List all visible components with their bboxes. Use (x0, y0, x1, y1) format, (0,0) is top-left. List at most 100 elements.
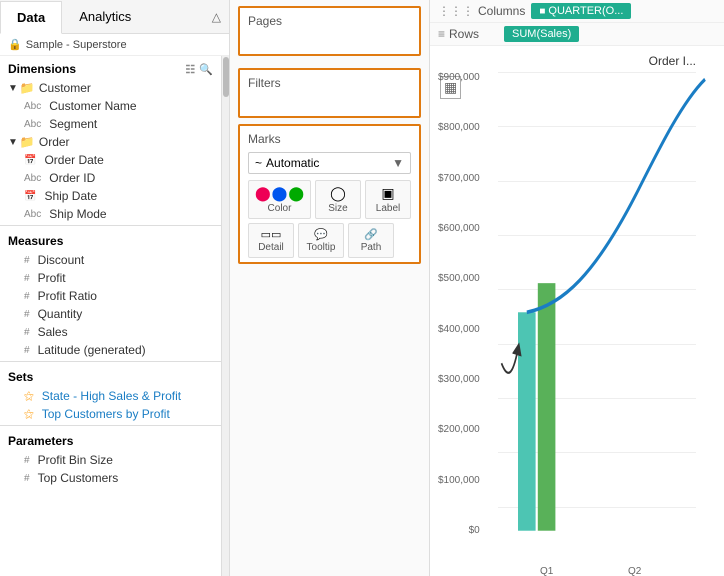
quarter-icon: ■ (539, 6, 545, 17)
profit-label: Profit (38, 271, 66, 285)
sets-header: Sets (0, 364, 221, 387)
hash-icon-6: # (24, 345, 30, 356)
sidebar-scrollbar-thumb[interactable] (223, 57, 229, 97)
columns-label: Columns (478, 4, 525, 18)
order-group-label: Order (39, 135, 70, 149)
measures-header: Measures (0, 228, 221, 251)
sidebar-scrollbar[interactable] (221, 56, 229, 576)
annotation-arrow (502, 349, 519, 373)
color-button[interactable]: ⬤⬤⬤ Color (248, 180, 311, 219)
top-customers-param-item[interactable]: # Top Customers (0, 469, 221, 487)
path-icon: 🔗 (355, 228, 387, 241)
hash-icon-7: # (24, 455, 30, 466)
marks-label: Marks (244, 130, 415, 148)
ship-date-item[interactable]: 📅 Ship Date (0, 187, 221, 205)
order-date-item[interactable]: 📅 Order Date (0, 151, 221, 169)
y-label-900k: $900,000 (438, 72, 484, 83)
order-group-header[interactable]: ▼ 📁 Order (0, 133, 221, 151)
profit-bin-item[interactable]: # Profit Bin Size (0, 451, 221, 469)
rows-pill[interactable]: SUM(Sales) (504, 26, 579, 42)
x-label-q2: Q2 (628, 566, 641, 576)
y-label-500k: $500,000 (438, 273, 484, 284)
line-path (527, 79, 705, 312)
ship-mode-item[interactable]: Abc Ship Mode (0, 205, 221, 223)
color-dots-icon: ⬤⬤⬤ (255, 185, 304, 202)
calendar-icon-2: 📅 (24, 191, 36, 202)
grid-icon[interactable]: ☷ (185, 63, 195, 76)
sidebar: Data Analytics △ 🔒 Sample - Superstore D… (0, 0, 230, 576)
columns-row: ⋮⋮⋮ Columns ■ QUARTER(O... (430, 0, 724, 23)
tab-data[interactable]: Data (0, 1, 62, 34)
columns-pill[interactable]: ■ QUARTER(O... (531, 3, 631, 19)
marks-section: Marks ~ Automatic ▼ ⬤⬤⬤ Color ◯ Size (238, 124, 421, 264)
chart-canvas: $900,000 $800,000 $700,000 $600,000 $500… (438, 72, 716, 566)
y-axis: $900,000 $800,000 $700,000 $600,000 $500… (438, 72, 484, 536)
parameters-header: Parameters (0, 428, 221, 451)
columns-shelf-label: ⋮⋮⋮ Columns (438, 4, 525, 18)
rows-icon: ≡ (438, 27, 445, 41)
sidebar-tabs: Data Analytics △ (0, 0, 229, 34)
customer-name-item[interactable]: Abc Customer Name (0, 97, 221, 115)
marks-detail-row: ▭▭ Detail 💬 Tooltip 🔗 Path (248, 223, 411, 258)
divider-2 (0, 361, 221, 362)
profit-item[interactable]: # Profit (0, 269, 221, 287)
folder-icon-2: 📁 (20, 135, 35, 149)
pages-shelf[interactable]: Pages (238, 6, 421, 56)
sales-label: Sales (38, 325, 68, 339)
profit-ratio-item[interactable]: # Profit Ratio (0, 287, 221, 305)
automatic-icon: ~ (255, 156, 262, 170)
discount-item[interactable]: # Discount (0, 251, 221, 269)
quantity-label: Quantity (38, 307, 83, 321)
sets-label: Sets (8, 370, 33, 384)
profit-bin-label: Profit Bin Size (38, 453, 113, 467)
y-label-800k: $800,000 (438, 122, 484, 133)
label-button[interactable]: ▣ Label (365, 180, 411, 219)
bar-green-1[interactable] (538, 283, 556, 531)
sidebar-options-icon[interactable]: △ (204, 2, 229, 32)
y-label-300k: $300,000 (438, 374, 484, 385)
detail-button[interactable]: ▭▭ Detail (248, 223, 294, 258)
segment-item[interactable]: Abc Segment (0, 115, 221, 133)
chart-title: Order I... (438, 54, 716, 68)
tooltip-button[interactable]: 💬 Tooltip (298, 223, 344, 258)
marks-buttons-row: ⬤⬤⬤ Color ◯ Size ▣ Label (248, 180, 411, 219)
size-button-label: Size (322, 203, 354, 214)
top-customers-item[interactable]: ⚝ Top Customers by Profit (0, 405, 221, 423)
path-button-label: Path (355, 242, 387, 253)
latitude-item[interactable]: # Latitude (generated) (0, 341, 221, 359)
order-id-label: Order ID (49, 171, 95, 185)
customer-group: ▼ 📁 Customer Abc Customer Name Abc Segme… (0, 79, 221, 133)
chevron-down-icon-2: ▼ (8, 137, 18, 148)
marks-type-dropdown[interactable]: ~ Automatic ▼ (248, 152, 411, 174)
quantity-item[interactable]: # Quantity (0, 305, 221, 323)
chart-area: Order I... ▦ $900,000 $800,000 $700,000 (430, 46, 724, 576)
order-id-item[interactable]: Abc Order ID (0, 169, 221, 187)
abc-icon: Abc (24, 101, 41, 112)
hash-icon-2: # (24, 273, 30, 284)
dropdown-arrow-icon: ▼ (392, 156, 404, 170)
chart-panel: ⋮⋮⋮ Columns ■ QUARTER(O... ≡ Rows SUM(Sa… (430, 0, 724, 576)
state-sales-profit-item[interactable]: ⚝ State - High Sales & Profit (0, 387, 221, 405)
divider-1 (0, 225, 221, 226)
size-button[interactable]: ◯ Size (315, 180, 361, 219)
tab-analytics[interactable]: Analytics (62, 0, 148, 33)
hash-icon-5: # (24, 327, 30, 338)
state-sales-profit-label: State - High Sales & Profit (42, 389, 181, 403)
tooltip-button-label: Tooltip (305, 242, 337, 253)
sales-item[interactable]: # Sales (0, 323, 221, 341)
folder-icon: 📁 (20, 81, 35, 95)
filters-shelf[interactable]: Filters (238, 68, 421, 118)
bar-teal-1[interactable] (518, 312, 536, 530)
chevron-down-icon: ▼ (8, 83, 18, 94)
search-icon[interactable]: 🔍 (199, 63, 213, 76)
y-label-100k: $100,000 (438, 475, 484, 486)
rows-shelf-label: ≡ Rows (438, 27, 498, 41)
y-label-400k: $400,000 (438, 324, 484, 335)
path-button[interactable]: 🔗 Path (348, 223, 394, 258)
customer-name-label: Customer Name (49, 99, 136, 113)
datasource-lock-icon: 🔒 (8, 38, 22, 51)
color-button-label: Color (255, 203, 304, 214)
hash-icon-3: # (24, 291, 30, 302)
dimensions-header-icons: ☷ 🔍 (185, 63, 213, 76)
customer-group-header[interactable]: ▼ 📁 Customer (0, 79, 221, 97)
